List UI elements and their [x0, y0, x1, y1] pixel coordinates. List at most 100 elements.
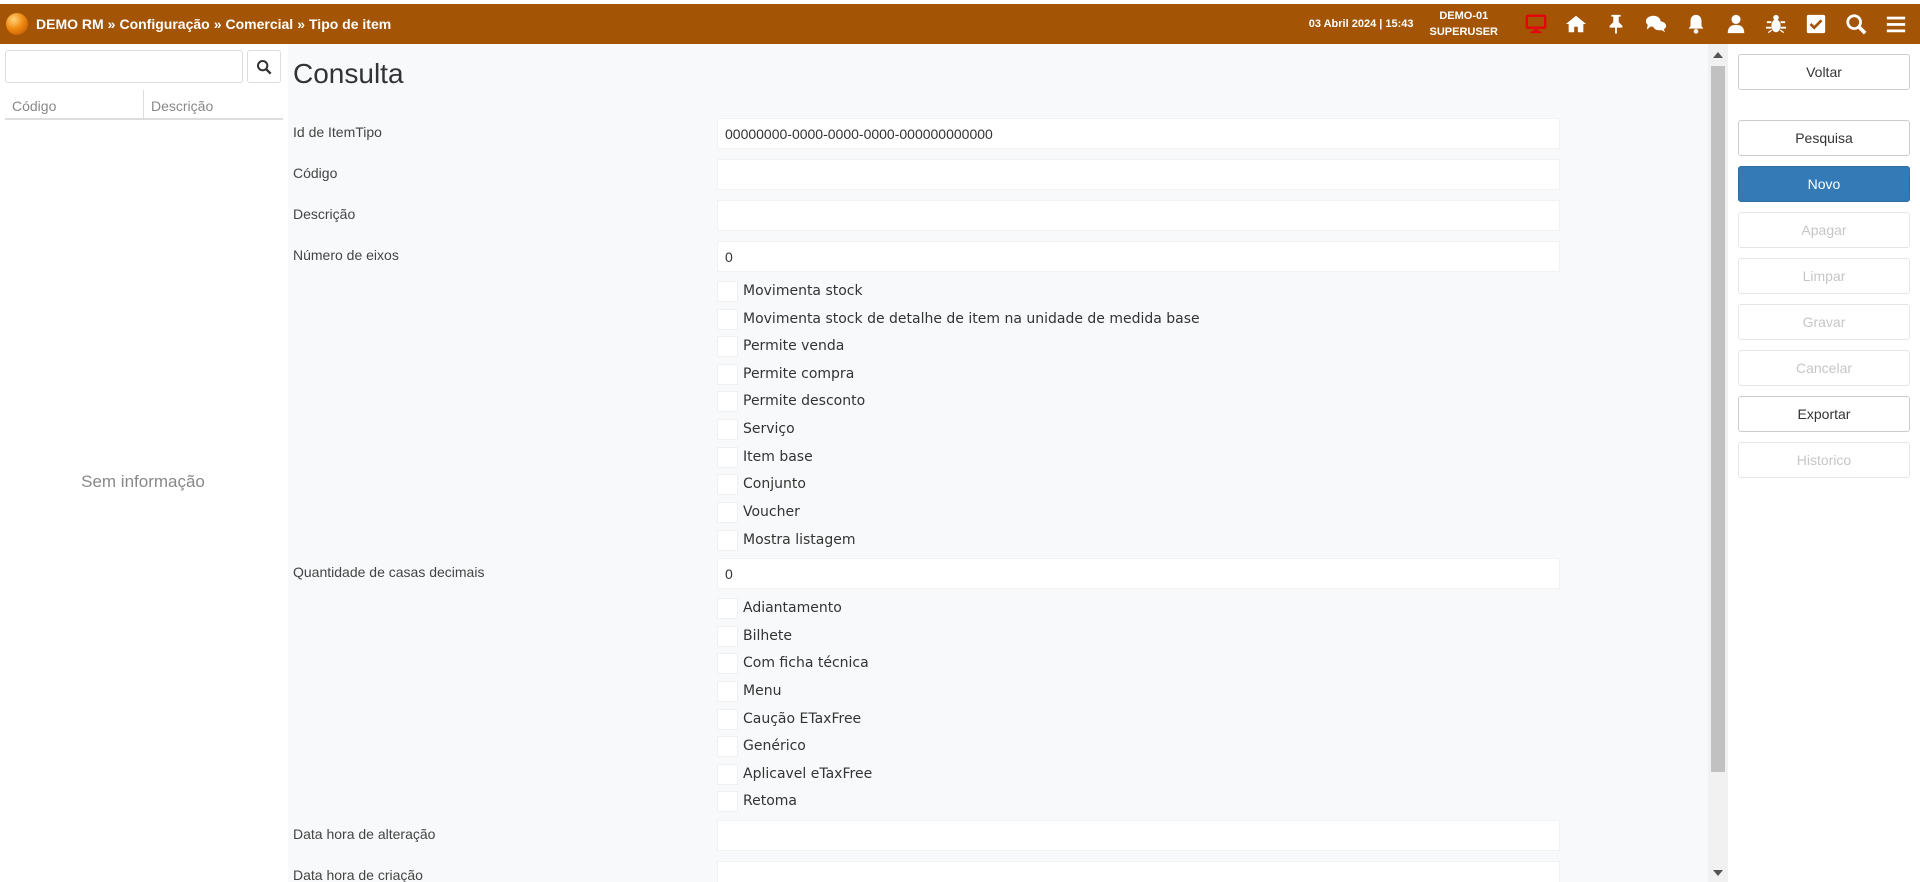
header-datetime: 03 Abril 2024 | 15:43 — [1308, 18, 1414, 30]
user-icon[interactable] — [1716, 6, 1756, 42]
bell-icon[interactable] — [1676, 6, 1716, 42]
checkbox-box[interactable] — [717, 335, 738, 357]
monitor-icon[interactable] — [1516, 6, 1556, 42]
checkbox-box[interactable] — [717, 363, 738, 385]
checkbox-box[interactable] — [717, 473, 738, 495]
checkbox-servico[interactable]: Serviço — [717, 418, 795, 440]
breadcrumb-separator: » — [107, 16, 116, 32]
home-icon[interactable] — [1556, 6, 1596, 42]
checkbox-box[interactable] — [717, 708, 738, 730]
checkbox-box[interactable] — [717, 680, 738, 702]
scroll-down-arrow-icon[interactable] — [1713, 870, 1723, 876]
checkbox-label: Item base — [743, 449, 813, 465]
column-header-descricao[interactable]: Descrição — [144, 90, 220, 118]
checkbox-box[interactable] — [717, 308, 738, 330]
checkbox-adiantamento[interactable]: Adiantamento — [717, 597, 842, 619]
breadcrumb-configuracao[interactable]: Configuração — [119, 16, 209, 32]
header-user-info: DEMO-01 SUPERUSER — [1430, 8, 1498, 40]
search-icon[interactable] — [1836, 6, 1876, 42]
checkbox-label: Retoma — [743, 793, 797, 809]
descricao-field[interactable] — [717, 200, 1560, 231]
limpar-button[interactable]: Limpar — [1738, 258, 1910, 294]
header-username: SUPERUSER — [1429, 26, 1498, 38]
scroll-up-arrow-icon[interactable] — [1713, 52, 1723, 58]
casas-decimais-field[interactable]: 0 — [717, 558, 1560, 589]
checkbox-label: Menu — [743, 683, 782, 699]
checkbox-label: Genérico — [743, 738, 806, 754]
checkbox-label: Adiantamento — [743, 600, 842, 616]
main-form: Consulta Id de ItemTipo 00000000-0000-00… — [288, 44, 1708, 882]
checkbox-movimenta-stock[interactable]: Movimenta stock — [717, 280, 863, 302]
pin-icon[interactable] — [1596, 6, 1636, 42]
data-alteracao-label: Data hora de alteração — [293, 826, 436, 842]
checkbox-item-base[interactable]: Item base — [717, 446, 813, 468]
id-label: Id de ItemTipo — [293, 124, 382, 140]
checkbox-menu[interactable]: Menu — [717, 680, 781, 702]
checkbox-com-ficha-tecnica[interactable]: Com ficha técnica — [717, 652, 869, 674]
header-company: DEMO-01 — [1439, 10, 1489, 22]
numero-eixos-field[interactable]: 0 — [717, 241, 1560, 272]
chat-icon[interactable] — [1636, 6, 1676, 42]
cancelar-button[interactable]: Cancelar — [1738, 350, 1910, 386]
codigo-field[interactable] — [717, 159, 1560, 190]
checkbox-box[interactable] — [717, 446, 738, 468]
checkbox-box[interactable] — [717, 501, 738, 523]
breadcrumb-comercial[interactable]: Comercial — [226, 16, 294, 32]
exportar-button[interactable]: Exportar — [1738, 396, 1910, 432]
checkbox-box[interactable] — [717, 390, 738, 412]
checkbox-aplicavel-etaxfree[interactable]: Aplicavel eTaxFree — [717, 763, 872, 785]
menu-icon[interactable] — [1876, 6, 1916, 42]
gravar-button[interactable]: Gravar — [1738, 304, 1910, 340]
search-icon — [257, 59, 272, 74]
breadcrumb-app[interactable]: DEMO RM — [36, 16, 104, 32]
apagar-button[interactable]: Apagar — [1738, 212, 1910, 248]
checkbox-permite-compra[interactable]: Permite compra — [717, 363, 854, 385]
checkbox-box[interactable] — [717, 418, 738, 440]
historico-button[interactable]: Historico — [1738, 442, 1910, 478]
list-column-headers: Código Descrição — [5, 90, 283, 120]
checkbox-label: Mostra listagem — [743, 532, 856, 548]
checkbox-label: Movimenta stock de detalhe de item na un… — [743, 311, 1200, 327]
checkbox-retoma[interactable]: Retoma — [717, 790, 797, 812]
id-field[interactable]: 00000000-0000-0000-0000-000000000000 — [717, 118, 1560, 149]
page-title: Consulta — [293, 58, 404, 89]
form-scrollbar[interactable] — [1708, 44, 1728, 882]
breadcrumb: DEMO RM » Configuração » Comercial » Tip… — [36, 16, 391, 32]
checkbox-bilhete[interactable]: Bilhete — [717, 625, 792, 647]
column-header-codigo[interactable]: Código — [5, 90, 144, 118]
app-logo[interactable] — [6, 13, 28, 35]
checkbox-label: Permite venda — [743, 338, 845, 354]
pesquisa-button[interactable]: Pesquisa — [1738, 120, 1910, 156]
checkbox-box[interactable] — [717, 529, 738, 551]
checkbox-mostra-listagem[interactable]: Mostra listagem — [717, 529, 856, 551]
checkbox-permite-desconto[interactable]: Permite desconto — [717, 390, 865, 412]
checkbox-box[interactable] — [717, 790, 738, 812]
checkbox-label: Conjunto — [743, 476, 806, 492]
checkbox-label: Aplicavel eTaxFree — [743, 766, 873, 782]
checkbox-caucao-etaxfree[interactable]: Caução ETaxFree — [717, 708, 861, 730]
checkbox-generico[interactable]: Genérico — [717, 735, 806, 757]
checkbox-movimenta-stock-detalhe[interactable]: Movimenta stock de detalhe de item na un… — [717, 308, 1200, 330]
checkbox-box[interactable] — [717, 763, 738, 785]
data-criacao-label: Data hora de criação — [293, 867, 423, 882]
checkbox-label: Movimenta stock — [743, 283, 863, 299]
data-criacao-field[interactable] — [717, 861, 1560, 882]
list-search-input[interactable] — [5, 50, 243, 83]
voltar-button[interactable]: Voltar — [1738, 54, 1910, 90]
codigo-label: Código — [293, 165, 338, 181]
checkbox-box[interactable] — [717, 652, 738, 674]
bug-icon[interactable] — [1756, 6, 1796, 42]
checkbox-box[interactable] — [717, 735, 738, 757]
checkbox-box[interactable] — [717, 280, 738, 302]
novo-button[interactable]: Novo — [1738, 166, 1910, 202]
scroll-thumb[interactable] — [1711, 66, 1725, 772]
checkbox-conjunto[interactable]: Conjunto — [717, 473, 806, 495]
checkbox-permite-venda[interactable]: Permite venda — [717, 335, 844, 357]
checkbox-box[interactable] — [717, 625, 738, 647]
checkbox-icon[interactable] — [1796, 6, 1836, 42]
checkbox-box[interactable] — [717, 597, 738, 619]
list-search-button[interactable] — [247, 50, 281, 83]
checkbox-voucher[interactable]: Voucher — [717, 501, 800, 523]
actions-panel: Voltar Pesquisa Novo Apagar Limpar Grava… — [1728, 44, 1920, 882]
data-alteracao-field[interactable] — [717, 820, 1560, 851]
